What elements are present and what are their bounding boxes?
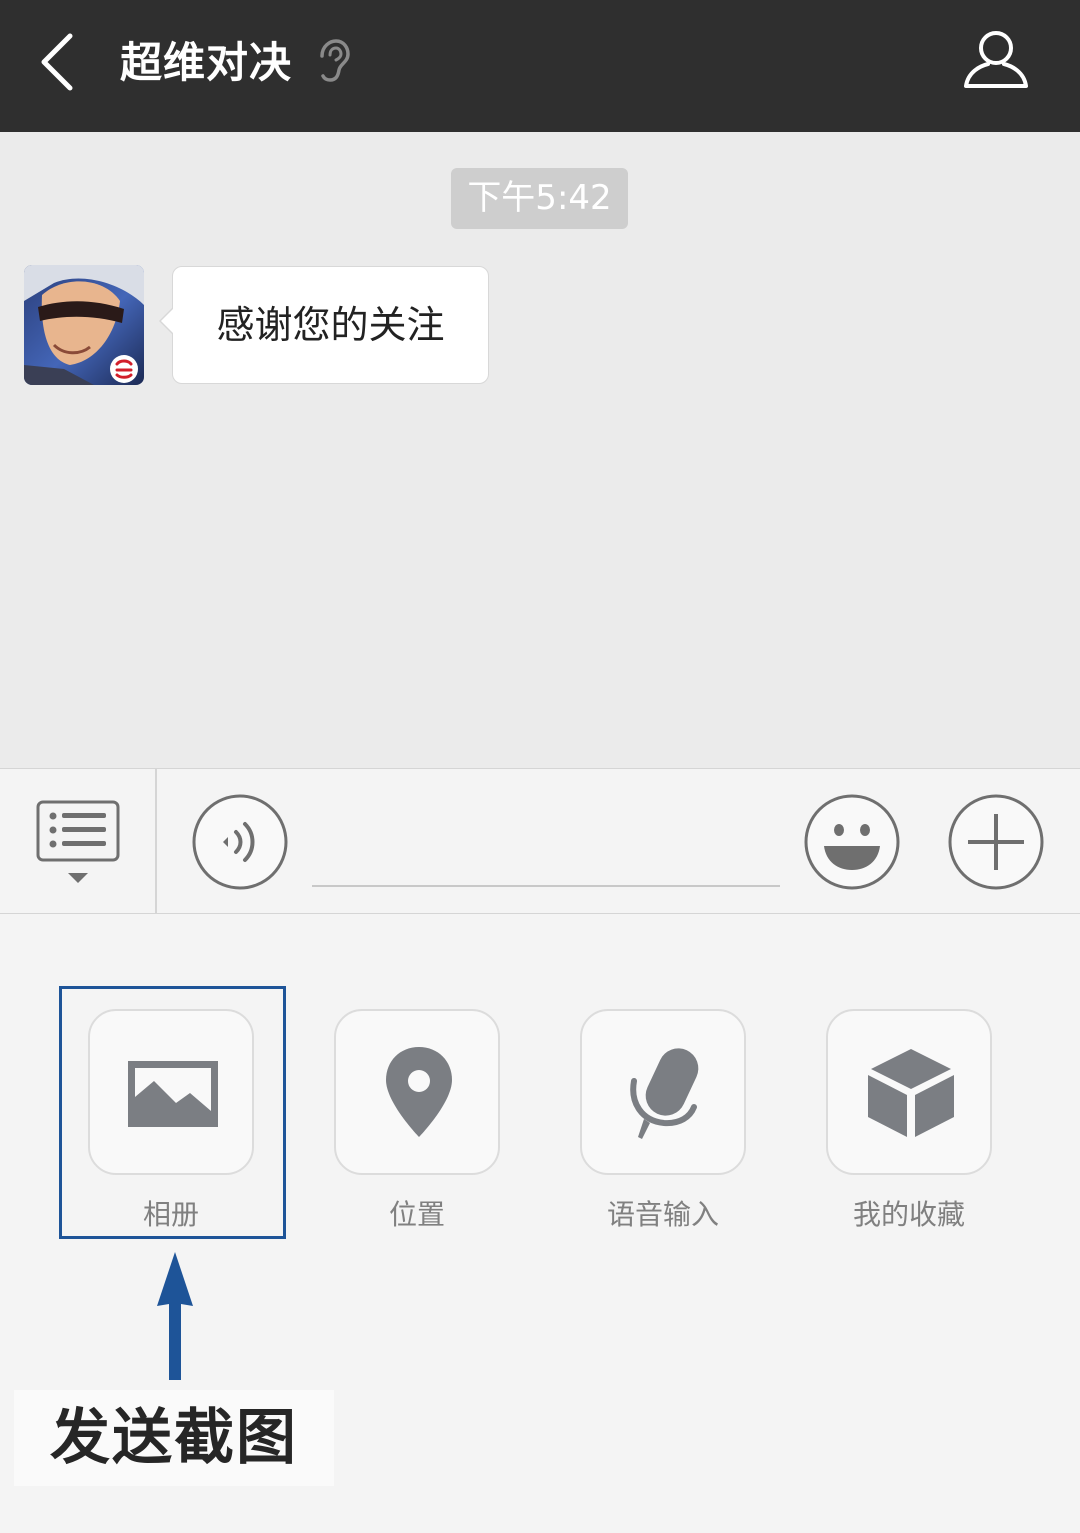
attachment-panel: 相册 位置 语音输入 我的收藏 发送截图	[0, 914, 1080, 1533]
more-options-button[interactable]	[948, 794, 1044, 890]
voice-icon	[192, 794, 288, 890]
back-button[interactable]	[30, 22, 90, 102]
voice-input-tool[interactable]: 语音输入	[580, 1009, 748, 1233]
up-arrow-icon	[155, 1252, 195, 1380]
location-pin-icon	[386, 1047, 452, 1137]
microphone-icon	[630, 1048, 699, 1139]
menu-toggle-button[interactable]	[30, 799, 126, 889]
message-bubble[interactable]: 感谢您的关注	[172, 266, 489, 384]
avatar[interactable]	[24, 265, 144, 385]
voice-mode-button[interactable]	[192, 794, 288, 890]
person-icon	[964, 31, 1028, 88]
favorites-tool[interactable]: 我的收藏	[826, 1009, 994, 1233]
bubble-tail-fill	[161, 309, 173, 333]
chat-area[interactable]: 下午5:42 感谢您的关注	[0, 132, 1080, 768]
ear-icon	[312, 38, 352, 84]
message-input[interactable]	[312, 799, 780, 887]
profile-button[interactable]	[960, 28, 1032, 94]
favorites-label: 我的收藏	[852, 1198, 965, 1231]
title-bar: 超维对决	[0, 0, 1080, 132]
plus-icon	[948, 794, 1044, 890]
input-bar	[0, 768, 1080, 915]
location-tool[interactable]: 位置	[334, 1009, 502, 1233]
page-title: 超维对决	[120, 38, 293, 87]
smiley-icon	[804, 794, 900, 890]
list-menu-icon	[36, 800, 120, 883]
voice-input-button[interactable]	[580, 1009, 746, 1175]
divider	[155, 769, 157, 915]
highlight-box	[59, 986, 286, 1239]
favorites-button[interactable]	[826, 1009, 992, 1175]
location-button[interactable]	[334, 1009, 500, 1175]
location-label: 位置	[388, 1198, 445, 1231]
cube-icon	[868, 1049, 954, 1137]
back-arrow-icon	[41, 33, 73, 91]
annotation-caption: 发送截图	[14, 1390, 334, 1486]
voice-input-label: 语音输入	[606, 1198, 719, 1231]
message-timestamp: 下午5:42	[451, 168, 628, 229]
emoji-button[interactable]	[804, 794, 900, 890]
